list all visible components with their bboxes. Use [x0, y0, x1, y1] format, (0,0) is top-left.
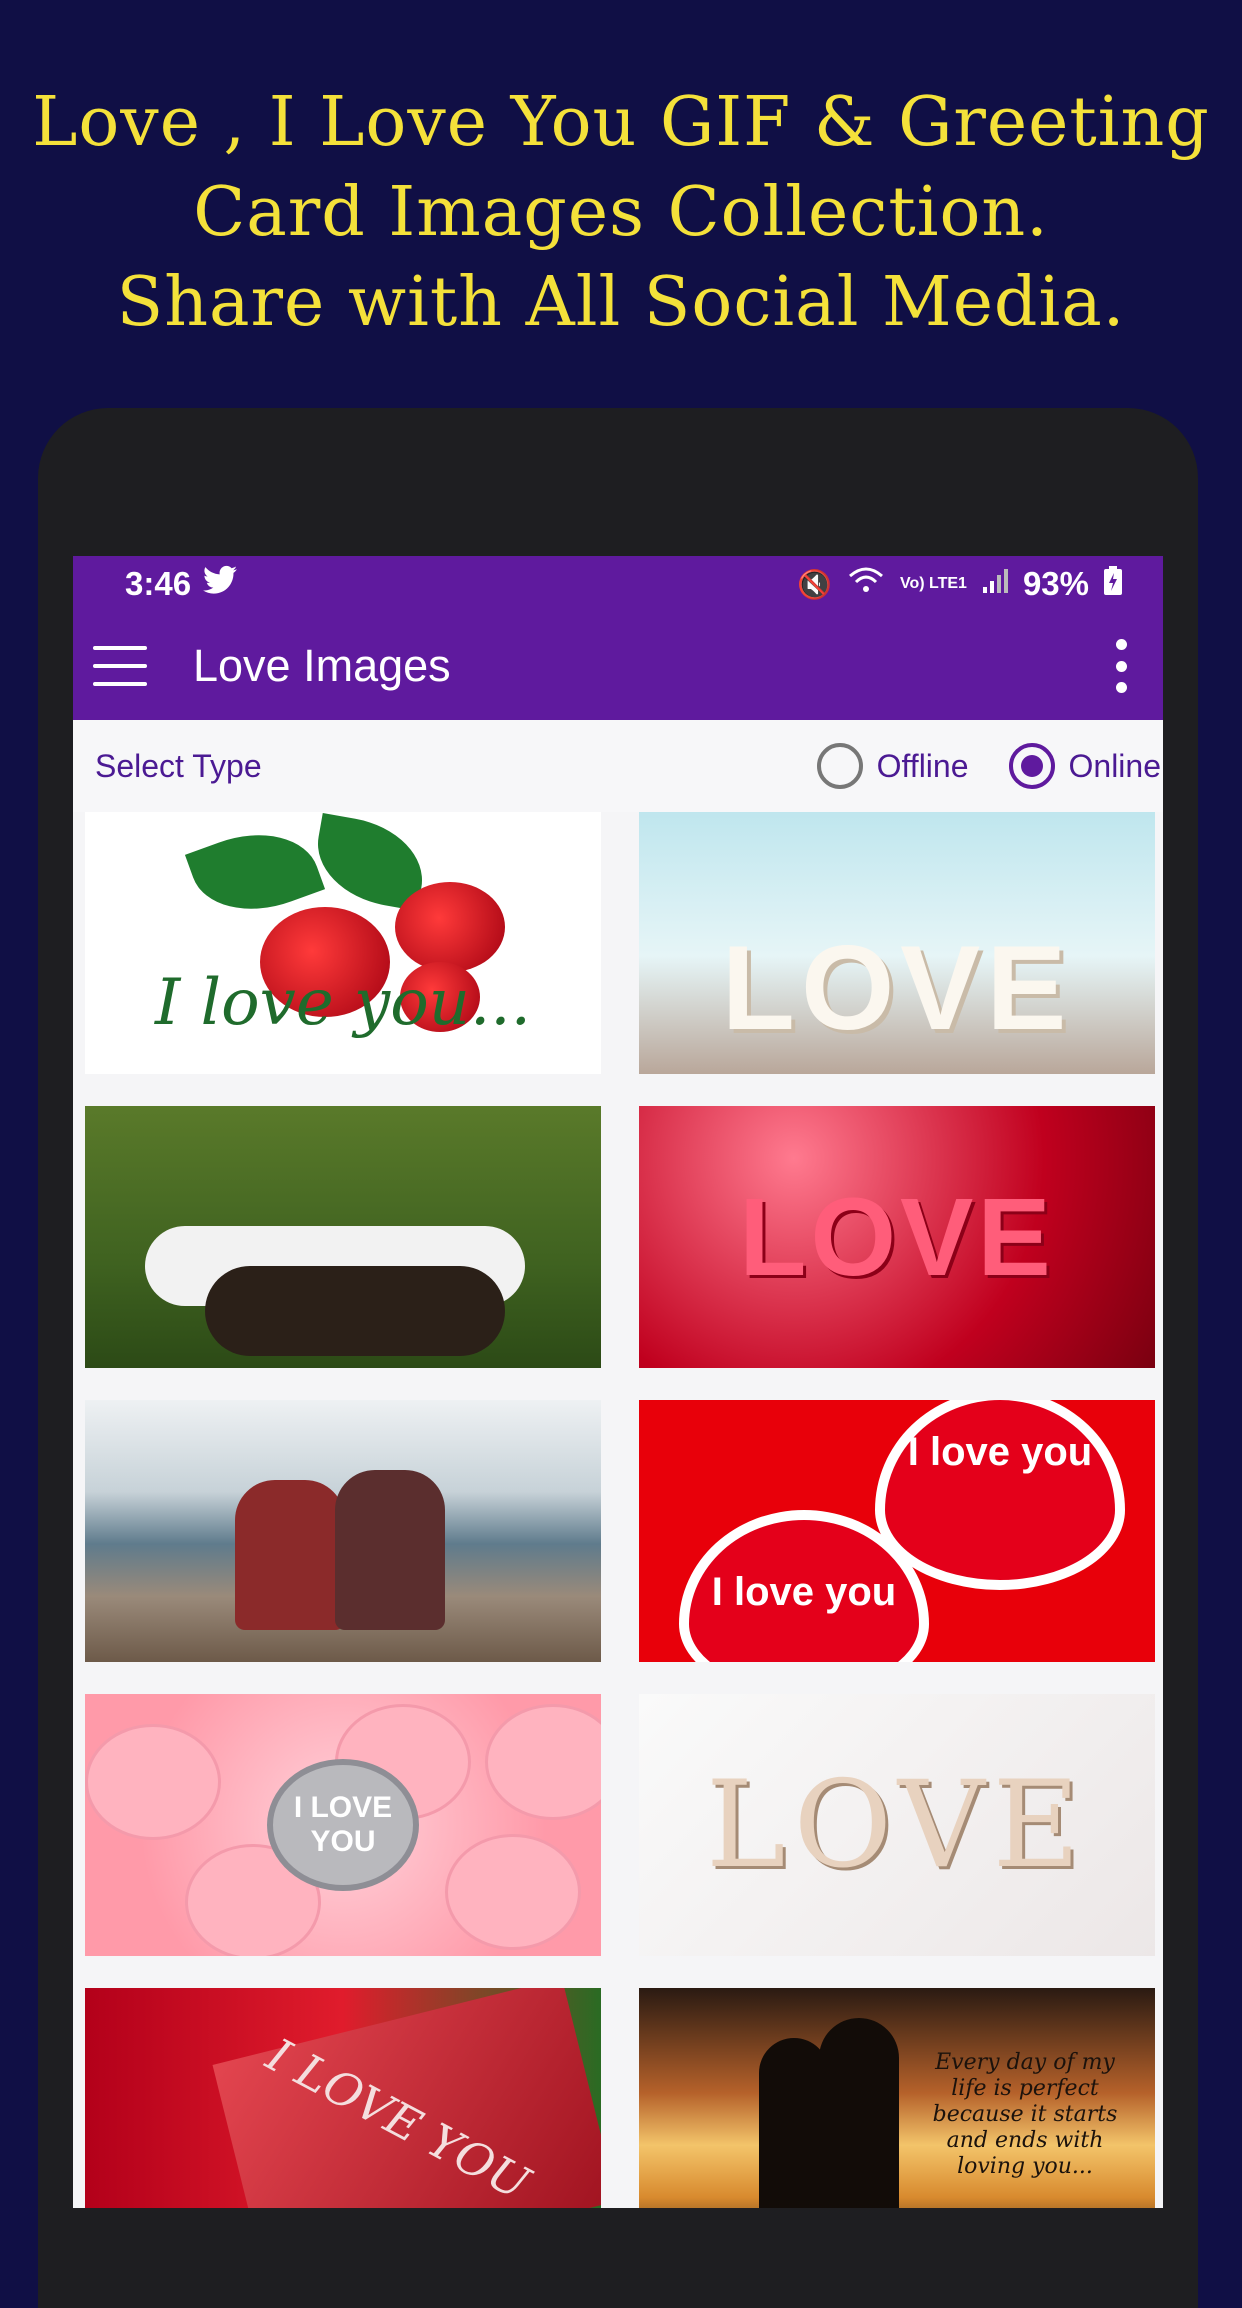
love-image-tile-1[interactable]: I love you... — [85, 812, 601, 1074]
tile-1-caption: I love you... — [155, 966, 531, 1040]
radio-offline-circle[interactable] — [816, 743, 863, 789]
app-title: Love Images — [193, 640, 451, 691]
tile-6-caption-b: I love you — [711, 1570, 897, 1614]
tile-7-caption: I LOVE YOU — [273, 1765, 413, 1885]
tile-2-caption: LOVE — [721, 921, 1073, 1055]
status-bar: 3:46 🔇 Vo) LTE1 93% — [73, 556, 1163, 612]
love-image-tile-5[interactable] — [85, 1400, 601, 1662]
headline-line-1: Love , I Love You GIF & Greeting — [32, 83, 1210, 162]
wifi-icon — [846, 566, 886, 603]
tile-8-caption: LOVE — [705, 1755, 1089, 1895]
headline-line-3: Share with All Social Media. — [116, 263, 1126, 342]
love-image-tile-7[interactable]: I LOVE YOU — [85, 1694, 601, 1956]
love-image-tile-4[interactable]: LOVE — [639, 1106, 1155, 1368]
signal-icon — [981, 567, 1009, 602]
love-image-tile-9[interactable]: I LOVE YOU — [85, 1988, 601, 2208]
mute-icon: 🔇 — [797, 568, 832, 600]
menu-icon[interactable] — [93, 646, 147, 686]
phone-screen: 3:46 🔇 Vo) LTE1 93% Love Images Select T… — [73, 556, 1163, 2208]
tile-10-caption: Every day of my life is perfect because … — [932, 2050, 1118, 2179]
radio-online[interactable]: Online — [1008, 743, 1162, 789]
radio-offline-label[interactable]: Offline — [877, 748, 969, 785]
promo-headline: Love , I Love You GIF & Greeting Card Im… — [0, 78, 1242, 348]
app-bar: Love Images — [73, 612, 1163, 720]
network-label: Vo) LTE1 — [899, 575, 967, 592]
love-image-tile-3[interactable] — [85, 1106, 601, 1368]
select-type-label: Select Type — [95, 747, 262, 784]
radio-offline[interactable]: Offline — [816, 743, 969, 789]
status-time: 3:46 — [125, 565, 192, 602]
tile-4-caption: LOVE — [739, 1175, 1055, 1299]
radio-online-circle[interactable] — [1008, 743, 1055, 789]
headline-line-2: Card Images Collection. — [193, 173, 1049, 252]
battery-icon — [1103, 565, 1123, 603]
more-options-icon[interactable] — [1101, 639, 1141, 693]
love-image-tile-2[interactable]: LOVE — [639, 812, 1155, 1074]
radio-online-label[interactable]: Online — [1069, 748, 1162, 785]
tile-6-caption-a: I love you — [907, 1430, 1093, 1474]
love-image-tile-10[interactable]: Every day of my life is perfect because … — [639, 1988, 1155, 2208]
select-type-bar: Select Type Offline Online — [73, 720, 1163, 812]
love-image-tile-8[interactable]: LOVE — [639, 1694, 1155, 1956]
love-image-tile-6[interactable]: I love you I love you — [639, 1400, 1155, 1662]
battery-percent: 93% — [1022, 565, 1089, 602]
twitter-icon — [203, 565, 238, 603]
